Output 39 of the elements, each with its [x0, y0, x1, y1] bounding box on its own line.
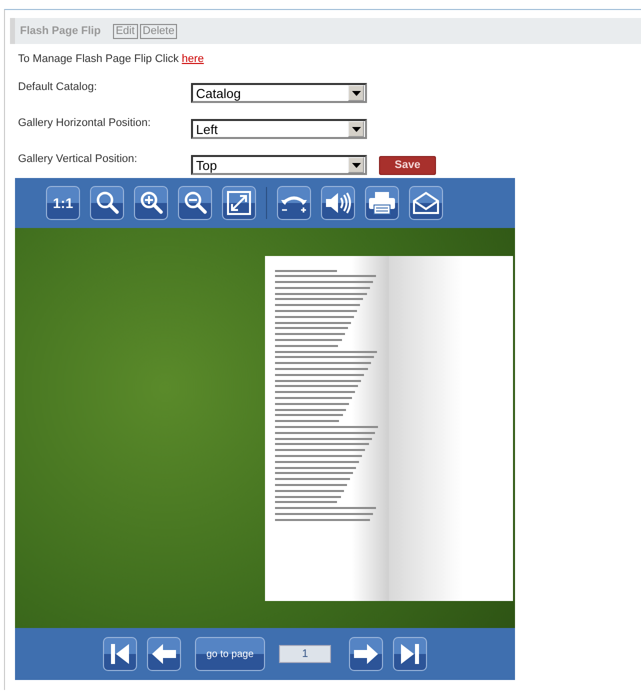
- dropdown-arrow-icon[interactable]: [352, 90, 360, 96]
- dropdown-field[interactable]: Left: [191, 119, 367, 139]
- dropdown-arrow-icon[interactable]: [352, 126, 360, 132]
- envelope-icon: [412, 191, 440, 215]
- setting-label: Gallery Horizontal Position:: [18, 117, 152, 129]
- zoom-in-icon: [138, 190, 164, 216]
- dropdown-arrow-icon[interactable]: [352, 162, 360, 168]
- flip-button[interactable]: [277, 186, 311, 220]
- print-button[interactable]: [365, 186, 399, 220]
- printer-icon: [368, 191, 396, 215]
- go-to-page-button[interactable]: go to page: [195, 637, 265, 671]
- fullscreen-icon: [227, 191, 251, 215]
- speaker-icon: [324, 191, 352, 215]
- last-page-button[interactable]: [393, 637, 427, 671]
- zoom-out-icon: [182, 190, 208, 216]
- dropdown-field[interactable]: Catalog: [191, 83, 367, 103]
- here-link[interactable]: here: [182, 53, 204, 65]
- skip-start-icon: [109, 642, 131, 666]
- email-button[interactable]: [409, 186, 443, 220]
- dropdown-field[interactable]: Top: [191, 155, 367, 175]
- previous-page-button[interactable]: [147, 637, 181, 671]
- first-page-button[interactable]: [103, 637, 137, 671]
- skip-end-icon: [399, 642, 421, 666]
- page-number-field[interactable]: 1: [279, 645, 331, 663]
- panel-title: Flash Page Flip: [20, 25, 101, 37]
- setting-label: Gallery Vertical Position:: [18, 153, 138, 165]
- magnifier-icon: [94, 190, 120, 216]
- left-arrow-icon: [151, 643, 177, 665]
- manage-text: To Manage Flash Page Flip Click: [18, 53, 179, 65]
- search-button[interactable]: [90, 186, 124, 220]
- setting-label: Default Catalog:: [18, 81, 98, 93]
- zoom-in-button[interactable]: [134, 186, 168, 220]
- zoom-out-button[interactable]: [178, 186, 212, 220]
- actual-size-button[interactable]: 1:1: [46, 186, 80, 220]
- next-page-button[interactable]: [349, 637, 383, 671]
- fullscreen-button[interactable]: [222, 186, 256, 220]
- right-arrow-icon: [353, 643, 379, 665]
- save-button[interactable]: Save: [379, 156, 436, 174]
- sound-button[interactable]: [321, 186, 355, 220]
